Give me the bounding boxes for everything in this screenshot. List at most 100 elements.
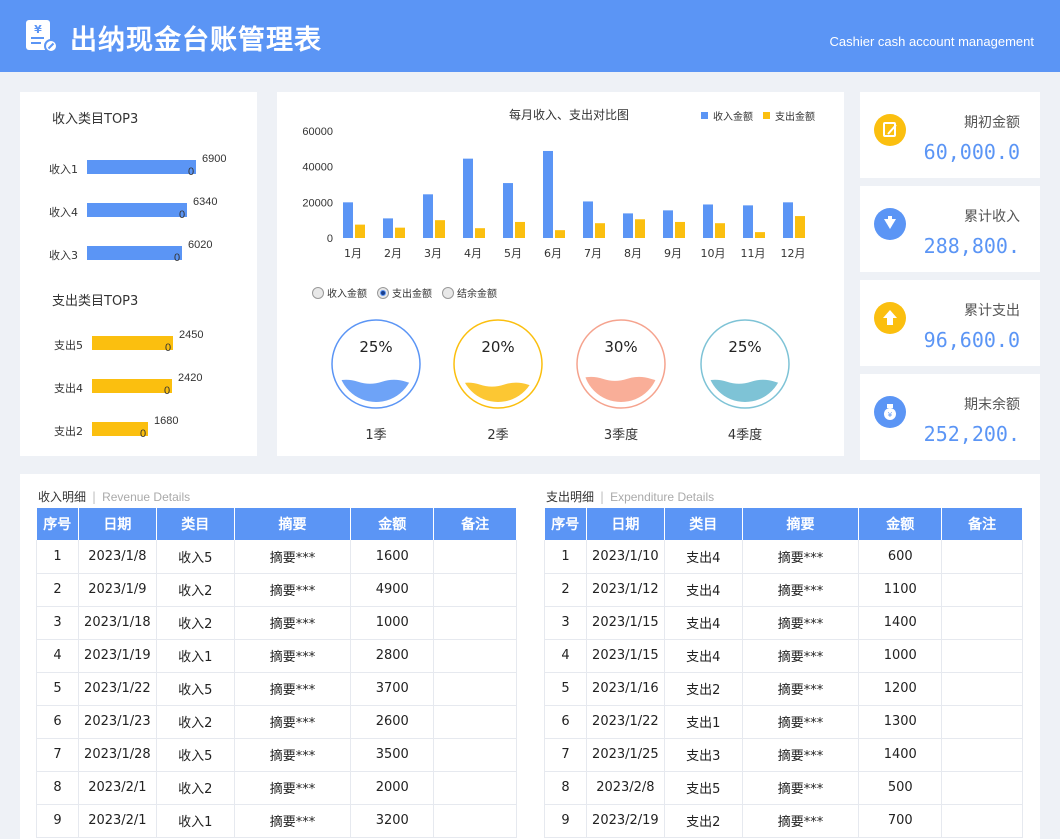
download-icon — [874, 208, 906, 240]
table-cell — [433, 573, 517, 607]
x-tick-label: 6月 — [544, 247, 562, 260]
table-row: 9 2023/2/1 收入1 摘要*** 3200 — [36, 804, 517, 838]
table-cell: 支出4 — [664, 540, 743, 574]
table-cell: 收入5 — [156, 738, 235, 772]
stat-card: 累计收入 288,800. — [860, 186, 1040, 272]
table-cell — [433, 606, 517, 640]
income-bar — [423, 194, 433, 238]
column-header[interactable]: 类目 — [156, 508, 235, 540]
table-cell: 5 — [36, 672, 79, 706]
income-bar — [623, 213, 633, 238]
table-cell: 摘要*** — [234, 771, 352, 805]
income-bar — [463, 158, 473, 238]
table-cell: 6 — [544, 705, 587, 739]
table-cell: 7 — [544, 738, 587, 772]
radio-balance[interactable]: 结余金额 — [442, 285, 497, 300]
chart-panel: 每月收入、支出对比图 收入金额 支出金额 0 20000 40000 60000 1月 2… — [277, 92, 844, 456]
column-header[interactable]: 日期 — [586, 508, 665, 540]
table-cell: 摘要*** — [234, 540, 352, 574]
svg-text:¥: ¥ — [888, 411, 893, 419]
money-bag-icon: ¥ — [874, 396, 906, 428]
column-header[interactable]: 备注 — [941, 508, 1023, 540]
column-header[interactable]: 摘要 — [742, 508, 860, 540]
legend-expense-swatch — [763, 112, 770, 119]
revenue-table: 序号 日期 类目 摘要 金额 备注 1 2023/1/8 收入5 摘要*** 1600 2 2023/1… — [36, 508, 517, 838]
stat-value: 252,200. — [923, 422, 1020, 446]
table-cell: 2023/1/15 — [586, 639, 665, 673]
table-cell: 2023/1/28 — [78, 738, 157, 772]
column-header[interactable]: 摘要 — [234, 508, 352, 540]
expense-bar — [395, 227, 405, 238]
table-row: 1 2023/1/10 支出4 摘要*** 600 — [544, 540, 1023, 574]
radio-income[interactable]: 收入金额 — [312, 285, 367, 300]
expense_top3-sub-value: 0 — [164, 385, 171, 397]
table-cell: 1600 — [350, 540, 435, 574]
stat-card: 期初金额 60,000.0 — [860, 92, 1040, 178]
column-header[interactable]: 序号 — [36, 508, 79, 540]
expense_top3-label: 支出4 — [54, 382, 83, 395]
radio-expense-dot[interactable] — [377, 286, 389, 299]
expense-bar — [715, 223, 725, 238]
table-cell: 摘要*** — [742, 705, 860, 739]
column-header[interactable]: 日期 — [78, 508, 157, 540]
chart-title: 每月收入、支出对比图 — [509, 107, 629, 122]
table-cell — [433, 804, 517, 838]
table-cell: 4 — [544, 639, 587, 673]
income-bar — [743, 205, 753, 238]
y-tick-label: 60000 — [302, 126, 333, 138]
income_top3-sub-value: 0 — [188, 166, 195, 178]
table-cell — [941, 639, 1023, 673]
income_top3-value: 6340 — [193, 196, 218, 208]
page-title: 出纳现金台账管理表 — [70, 25, 322, 56]
radio-expense[interactable]: 支出金额 — [377, 285, 432, 300]
table-cell: 支出3 — [664, 738, 743, 772]
stat-label: 期初金额 — [964, 115, 1020, 131]
table-cell — [941, 672, 1023, 706]
table-cell: 1400 — [858, 606, 943, 640]
table-cell: 2023/2/1 — [78, 771, 157, 805]
expense_top3-value: 1680 — [154, 415, 179, 427]
table-row: 2 2023/1/12 支出4 摘要*** 1100 — [544, 573, 1023, 607]
income_top3-value: 6020 — [188, 239, 213, 251]
table-row: 1 2023/1/8 收入5 摘要*** 1600 — [36, 540, 517, 574]
expense-title-en: Expenditure Details — [610, 490, 715, 504]
table-row: 3 2023/1/15 支出4 摘要*** 1400 — [544, 606, 1023, 640]
table-row: 8 2023/2/8 支出5 摘要*** 500 — [544, 771, 1023, 805]
income_top3-label: 收入3 — [49, 249, 78, 262]
table-cell: 2000 — [350, 771, 435, 805]
upload-icon — [874, 302, 906, 334]
table-cell — [433, 771, 517, 805]
table-cell: 700 — [858, 804, 943, 838]
x-tick-label: 4月 — [464, 247, 482, 260]
table-cell: 2023/1/18 — [78, 606, 157, 640]
table-cell: 收入2 — [156, 606, 235, 640]
column-header[interactable]: 备注 — [433, 508, 517, 540]
radio-income-dot[interactable] — [312, 286, 324, 299]
legend-income-swatch — [701, 112, 708, 119]
table-cell: 3 — [544, 606, 587, 640]
table-cell: 1000 — [350, 606, 435, 640]
table-cell — [433, 540, 517, 574]
radio-income-label: 收入金额 — [327, 289, 367, 300]
expense-bar — [595, 223, 605, 238]
column-header[interactable]: 金额 — [350, 508, 435, 540]
table-cell — [433, 738, 517, 772]
header: ¥ 出纳现金台账管理表 Cashier cash account managem… — [0, 0, 1060, 72]
x-tick-label: 8月 — [624, 247, 642, 260]
table-cell — [941, 771, 1023, 805]
y-tick-label: 40000 — [302, 162, 333, 174]
table-cell: 收入5 — [156, 540, 235, 574]
column-header[interactable]: 类目 — [664, 508, 743, 540]
column-header[interactable]: 金额 — [858, 508, 943, 540]
column-header[interactable]: 序号 — [544, 508, 587, 540]
expense_top3-value: 2420 — [178, 372, 203, 384]
stat-label: 累计收入 — [964, 209, 1020, 225]
expense-section-title: 支出明细 | Expenditure Details — [546, 490, 715, 504]
page-subtitle: Cashier cash account management — [829, 34, 1034, 49]
expense-bar — [355, 224, 365, 238]
radio-balance-dot[interactable] — [442, 286, 454, 299]
table-cell: 收入1 — [156, 639, 235, 673]
income_top3-sub-value: 0 — [179, 209, 186, 221]
table-cell: 摘要*** — [742, 573, 860, 607]
table-cell: 摘要*** — [234, 672, 352, 706]
